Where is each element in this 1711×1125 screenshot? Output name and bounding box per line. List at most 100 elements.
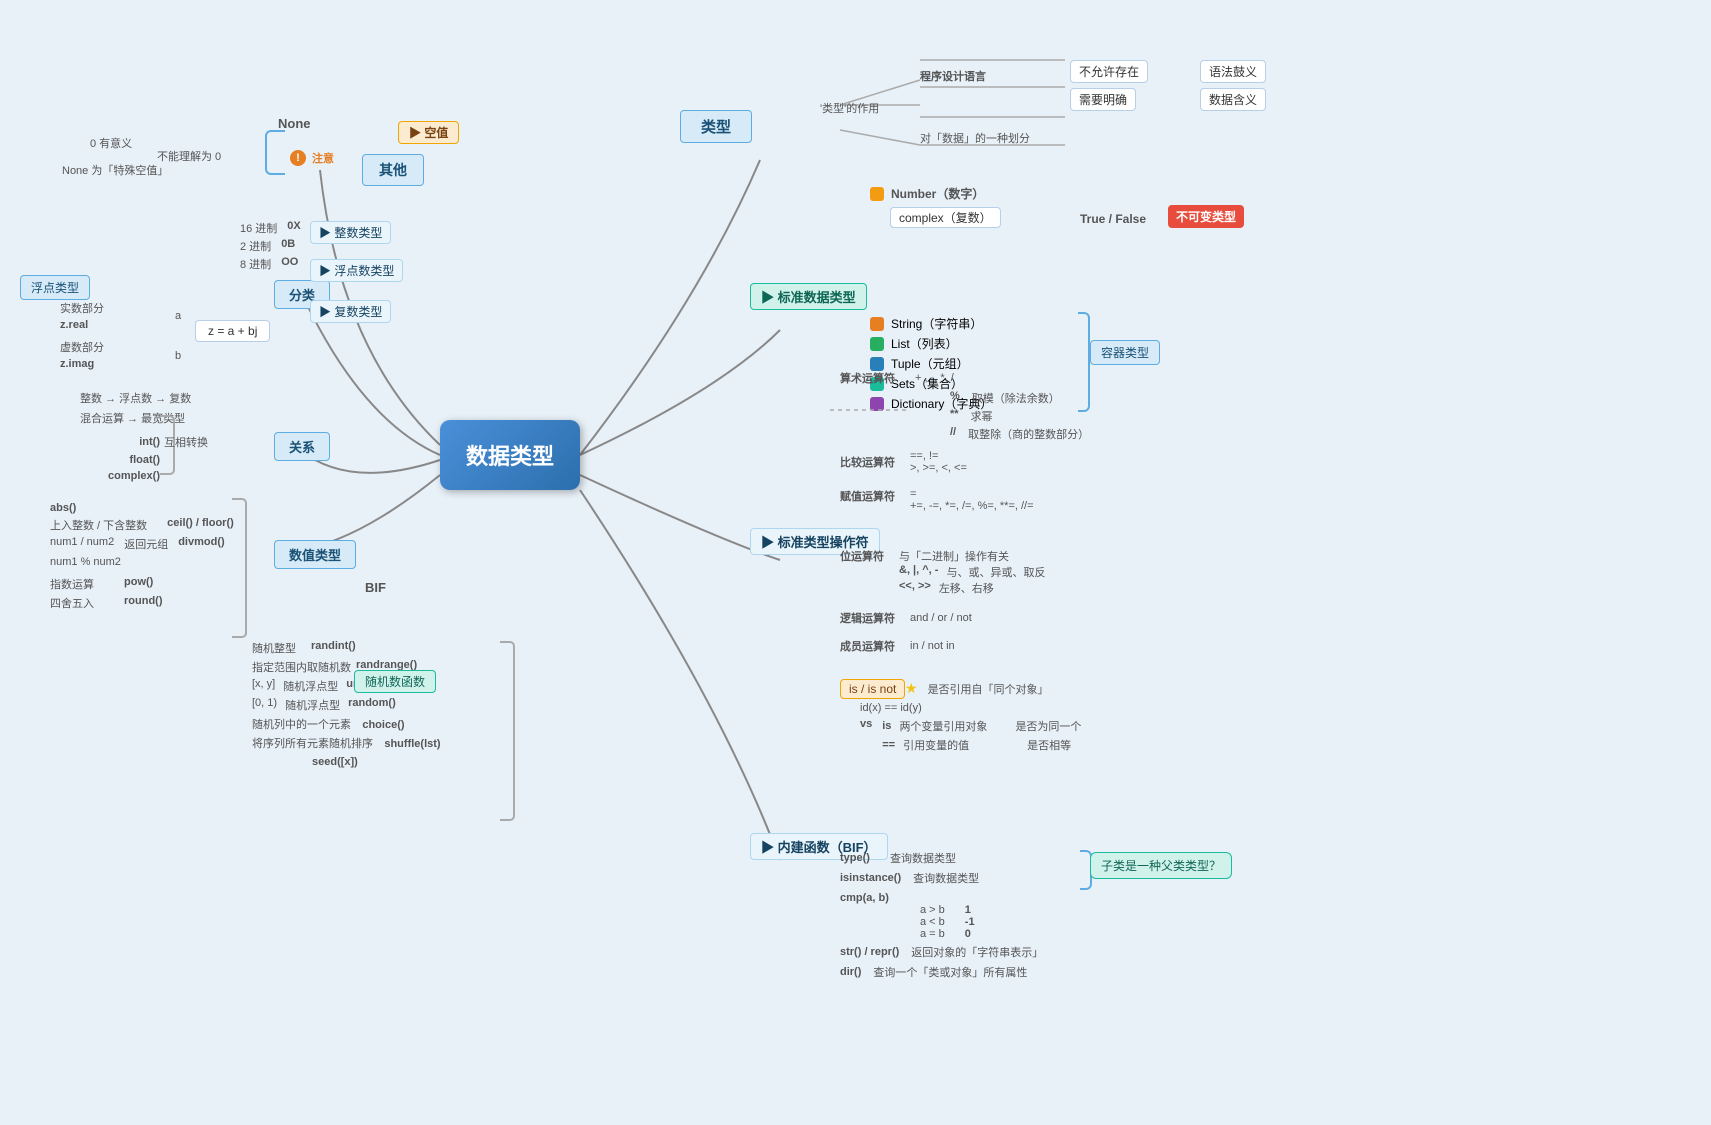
dir-func: dir() xyxy=(840,966,861,978)
cmp-row2: a < b -1 xyxy=(920,916,1043,928)
random-func: random() xyxy=(348,697,396,713)
cmp-section: cmp(a, b) a > b 1 a < b -1 a = b 0 xyxy=(840,890,1043,940)
abs-func: abs() xyxy=(50,502,76,514)
shift-ops: <<, >> xyxy=(899,580,931,596)
zero-meaning: 0 有意义 xyxy=(90,135,132,151)
not-allow-box: 不允许存在 xyxy=(1070,60,1148,83)
random-bracket xyxy=(500,641,515,821)
float-type-header: ▶ 浮点数类型 xyxy=(310,264,320,276)
real-label: 实数部分 xyxy=(60,300,104,316)
list-label: List（列表） xyxy=(891,335,958,352)
ceil-floor-row: 上入整数 / 下含整数 ceil() / floor() xyxy=(50,517,234,533)
type-role-label: '类型'的作用 xyxy=(820,100,879,116)
int-type-label: ▶ 整数类型 xyxy=(310,221,391,244)
number-label: Number（数字） xyxy=(891,185,984,202)
is-vs-label: vs xyxy=(860,718,872,730)
identity-ops-box: is / is not xyxy=(840,679,905,699)
note-container: ! 注意 xyxy=(290,150,334,166)
complex-type-label: ▶ 复数类型 xyxy=(310,300,391,323)
is-equal-label: 是否相等 xyxy=(1027,737,1071,753)
mind-map: 数据类型 类型 '类型'的作用 程序设计语言 不允许存在 语法鼓义 需要明确 数… xyxy=(0,0,1711,1125)
shift-desc: 左移、右移 xyxy=(939,580,994,596)
zimag-label: z.imag xyxy=(60,358,104,370)
logical-ops: and / or / not xyxy=(910,612,972,624)
abs-row: abs() xyxy=(50,500,234,514)
assign-compound: +=, -=, *=, /=, %=, **=, //= xyxy=(910,500,1034,512)
div-int-row: // 取整除（商的整数部分） xyxy=(950,426,1089,442)
ceil-floor-func: ceil() / floor() xyxy=(167,517,234,533)
warn-icon: ! xyxy=(290,150,306,166)
assign-eq: = xyxy=(910,488,1034,500)
mutual-label: 互相转换 xyxy=(164,434,244,450)
is-op: is xyxy=(882,720,891,732)
random-func-box: 随机数函数 xyxy=(354,670,436,693)
complex-type-box: complex（复数） xyxy=(890,207,1001,228)
cmp-func: cmp(a, b) xyxy=(840,892,889,904)
random-float2-desc: 随机浮点型 xyxy=(285,697,340,713)
specify-range-desc: 指定范围内取随机数 xyxy=(252,659,351,675)
note-bracket xyxy=(265,130,285,175)
relation-header: 关系 xyxy=(274,432,330,461)
true-false-label: True / False xyxy=(1080,212,1146,226)
int-type-header: ▶ 整数类型 xyxy=(310,226,320,238)
std-data-type-header: ▶ 标准数据类型 xyxy=(750,290,760,302)
prog-lang-label: 程序设计语言 xyxy=(920,68,986,84)
arith-basic: + , -, *, / xyxy=(915,372,954,384)
divmod-func: divmod() xyxy=(178,536,224,552)
cmp-table: a > b 1 a < b -1 a = b 0 xyxy=(920,904,1043,940)
eq-op: == xyxy=(882,739,895,751)
int-func: int() xyxy=(80,436,160,448)
float-left-badge: 浮点类型 xyxy=(20,275,90,300)
identity-star: ★ xyxy=(905,680,918,697)
pow-desc2: 求幂 xyxy=(971,408,993,424)
identity-question: 是否引用自「同个对象」 xyxy=(928,681,1049,697)
choice-func: choice() xyxy=(362,719,404,731)
randint-func: randint() xyxy=(311,640,356,656)
syntax-box: 语法鼓义 xyxy=(1200,60,1266,83)
empty-value-container: ▶ 空值 xyxy=(398,126,408,138)
oct-val: OO xyxy=(281,256,298,272)
central-node: 数据类型 xyxy=(440,420,580,490)
bin-label: 2 进制 xyxy=(240,238,271,254)
shuffle-desc: 将序列所有元素随机排序 xyxy=(252,738,373,750)
pow-row: 指数运算 pow() xyxy=(50,576,234,592)
isinstance-func: isinstance() xyxy=(840,872,901,884)
eq-desc: 引用变量的值 xyxy=(903,737,969,753)
bitwise-section: 位运算符 与「二进制」操作有关 &, |, ^, - 与、或、异或、取反 <<,… xyxy=(840,548,1045,596)
dir-desc: 查询一个「类或对象」所有属性 xyxy=(873,964,1027,980)
cmp-a-lt-v: -1 xyxy=(965,916,975,928)
str-repr-func: str() / repr() xyxy=(840,946,899,958)
cmp-a-gt-v: 1 xyxy=(965,904,971,916)
b-label: b xyxy=(175,350,181,362)
integer-type-container: 16 进制 0X 2 进制 0B 8 进制 OO xyxy=(240,220,301,272)
bif-label: BIF xyxy=(365,580,386,595)
cmp-a-eq-b: a = b xyxy=(920,928,945,940)
type-section-header: 类型 xyxy=(680,110,752,143)
number-container: Number（数字） int（整型） float（浮点型） bool（布尔型） … xyxy=(870,185,984,205)
float-type-label: ▶ 浮点数类型 xyxy=(310,259,403,282)
str-repr-desc: 返回对象的「字符串表示」 xyxy=(911,944,1043,960)
widening-label: 整数 → 浮点数 → 复数 xyxy=(80,390,244,406)
a-label: a xyxy=(175,310,181,322)
numeric-content: abs() 上入整数 / 下含整数 ceil() / floor() num1 … xyxy=(50,500,234,611)
identity-section: 身份运算符 ★ is / is not 是否引用自「同个对象」 id(x) ==… xyxy=(840,680,1081,753)
builtin-content: type() 查询数据类型 isinstance() 查询数据类型 cmp(a,… xyxy=(840,850,1043,980)
none-special: None 为「特殊空值」 xyxy=(62,162,168,178)
logical-label: 逻辑运算符 xyxy=(840,610,895,626)
mod-row: % 取模（除法余数） xyxy=(950,390,1089,406)
arith-label: 算术运算符 xyxy=(840,370,895,386)
empty-value-box: ▶ 空值 xyxy=(398,121,459,144)
number-dot xyxy=(870,187,884,201)
divmod-row2: num1 % num2 xyxy=(50,554,234,568)
member-label: 成员运算符 xyxy=(840,638,895,654)
std-ops-header: ▶ 标准类型操作符 xyxy=(750,535,760,547)
num1-num2-label: num1 / num2 xyxy=(50,536,114,552)
data-meaning-box: 数据含义 xyxy=(1200,88,1266,111)
num1-mod-label: num1 % num2 xyxy=(50,556,121,568)
pow-op: ** xyxy=(950,408,959,424)
cmp-a-lt-b: a < b xyxy=(920,916,945,928)
assign-section: 赋值运算符 = +=, -=, *=, /=, %=, **=, //= xyxy=(840,488,1034,512)
bitwise-note: 与「二进制」操作有关 xyxy=(899,548,1045,564)
string-label: String（字符串） xyxy=(891,315,982,332)
list-dot xyxy=(870,337,884,351)
